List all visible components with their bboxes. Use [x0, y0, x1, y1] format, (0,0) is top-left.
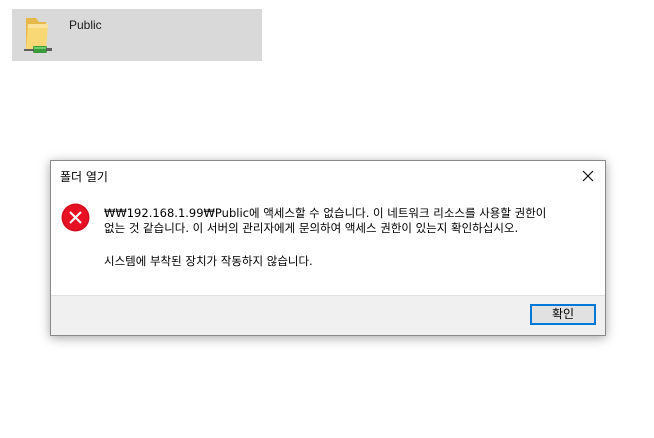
- error-message-secondary: 시스템에 부착된 장치가 작동하지 않습니다.: [104, 254, 313, 268]
- open-folder-dialog: 폴더 열기 ₩₩192.168.1.99₩Public에 액세스할 수 없습니다…: [50, 160, 606, 336]
- error-icon: [61, 203, 90, 232]
- folder-item-label: Public: [69, 18, 102, 32]
- error-message: ₩₩192.168.1.99₩Public에 액세스할 수 없습니다. 이 네트…: [104, 206, 554, 269]
- network-folder-icon: [18, 12, 58, 58]
- close-icon: [579, 167, 597, 185]
- folder-item-public[interactable]: Public: [12, 9, 262, 61]
- error-message-primary: ₩₩192.168.1.99₩Public에 액세스할 수 없습니다. 이 네트…: [104, 206, 547, 235]
- dialog-content: ₩₩192.168.1.99₩Public에 액세스할 수 없습니다. 이 네트…: [51, 191, 605, 297]
- close-button[interactable]: [579, 167, 597, 185]
- dialog-titlebar[interactable]: 폴더 열기: [51, 161, 605, 191]
- ok-button[interactable]: 확인: [530, 304, 596, 325]
- dialog-title: 폴더 열기: [60, 170, 108, 184]
- dialog-footer: 확인: [51, 295, 605, 335]
